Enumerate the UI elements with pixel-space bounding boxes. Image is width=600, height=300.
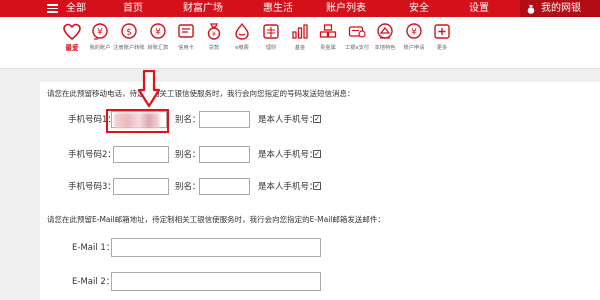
phone-2-alias-input[interactable] <box>199 146 250 163</box>
nav-wealth-square[interactable]: 财富广场 <box>183 0 223 17</box>
phone-2-label: 手机号码2： <box>68 150 116 160</box>
local-feature-icon <box>377 23 393 39</box>
epay-icon <box>348 26 366 38</box>
email-1-input[interactable] <box>111 238 321 257</box>
heart-icon <box>63 23 81 41</box>
finance-box-icon <box>263 24 279 39</box>
svg-text:¥: ¥ <box>97 28 103 38</box>
icon-label: 更多 <box>436 45 448 51</box>
phone-2-alias-label: 别名： <box>175 150 201 160</box>
phone-2-own-checkbox[interactable]: ✓ <box>313 150 321 158</box>
email-notice-text: 请您在此预留E-Mail邮箱地址，待定制相关工银信使服务时，我行会向您指定的E-… <box>47 215 385 224</box>
icon-item-more[interactable]: 更多 <box>425 21 459 52</box>
phone-3-own-checkbox[interactable]: ✓ <box>313 182 321 190</box>
nav-settings[interactable]: 设置 <box>469 0 489 17</box>
my-netbank-button[interactable]: 我的网银 <box>520 0 600 17</box>
phone-notice-text: 请您在此预留移动电话，待定制相关工银信使服务时，我行会向您指定的号码发送短信消息… <box>47 89 355 98</box>
remit-coin-icon: ¥ <box>150 23 166 39</box>
phone-1-own-label: 是本人手机号： <box>258 115 318 125</box>
phone-1-alias-label: 别名： <box>175 115 201 125</box>
feature-icon-bar: 最爱 ¥ 我的账户 $ 注册账户转账 ¥ 转账汇款 信用卡 ¥ 贷款 e缴费 理… <box>0 17 600 69</box>
svg-text:$: $ <box>126 28 132 38</box>
panel-top-gap <box>40 70 600 82</box>
fund-chart-icon <box>292 24 308 39</box>
phone-3-input[interactable] <box>113 178 169 195</box>
nav-account-list[interactable]: 账户列表 <box>326 0 366 17</box>
phone-2-own-label: 是本人手机号： <box>258 150 318 160</box>
phone-3-alias-input[interactable] <box>199 178 250 195</box>
phone-2-input[interactable] <box>113 146 169 163</box>
nav-all[interactable]: 全部 <box>66 0 86 17</box>
loan-bag-icon: ¥ <box>207 23 221 40</box>
svg-text:¥: ¥ <box>155 28 161 38</box>
phone-3-alias-label: 别名： <box>175 182 201 192</box>
top-nav-bar: 全部 首页 财富广场 惠生活 账户列表 安全 设置 我的网银 <box>0 0 600 17</box>
svg-text:¥: ¥ <box>212 30 216 38</box>
email-2-label: E-Mail 2： <box>72 277 115 287</box>
phone-3-label: 手机号码3： <box>68 182 116 192</box>
phone-1-alias-input[interactable] <box>199 111 250 128</box>
svg-text:¥: ¥ <box>411 28 417 38</box>
nav-home[interactable]: 首页 <box>123 0 143 17</box>
credit-card-icon <box>178 24 194 38</box>
plus-box-icon <box>434 24 450 39</box>
account-apply-icon: ¥ <box>406 23 422 39</box>
nav-life[interactable]: 惠生活 <box>263 0 293 17</box>
precious-metal-icon <box>319 24 337 38</box>
phone-1-highlight-box <box>106 109 169 133</box>
nav-security[interactable]: 安全 <box>409 0 429 17</box>
red-down-arrow-icon <box>138 70 160 108</box>
email-2-input[interactable] <box>111 272 321 291</box>
email-1-label: E-Mail 1： <box>72 243 115 253</box>
money-bag-icon <box>527 4 535 14</box>
hamburger-menu-icon[interactable] <box>47 4 58 13</box>
payment-drop-icon <box>235 22 249 40</box>
phone-3-own-label: 是本人手机号： <box>258 182 318 192</box>
my-netbank-label: 我的网银 <box>541 3 581 14</box>
transfer-coin-icon: $ <box>121 23 137 39</box>
phone-1-own-checkbox[interactable]: ✓ <box>313 115 321 123</box>
account-coin-icon: ¥ <box>92 23 108 40</box>
